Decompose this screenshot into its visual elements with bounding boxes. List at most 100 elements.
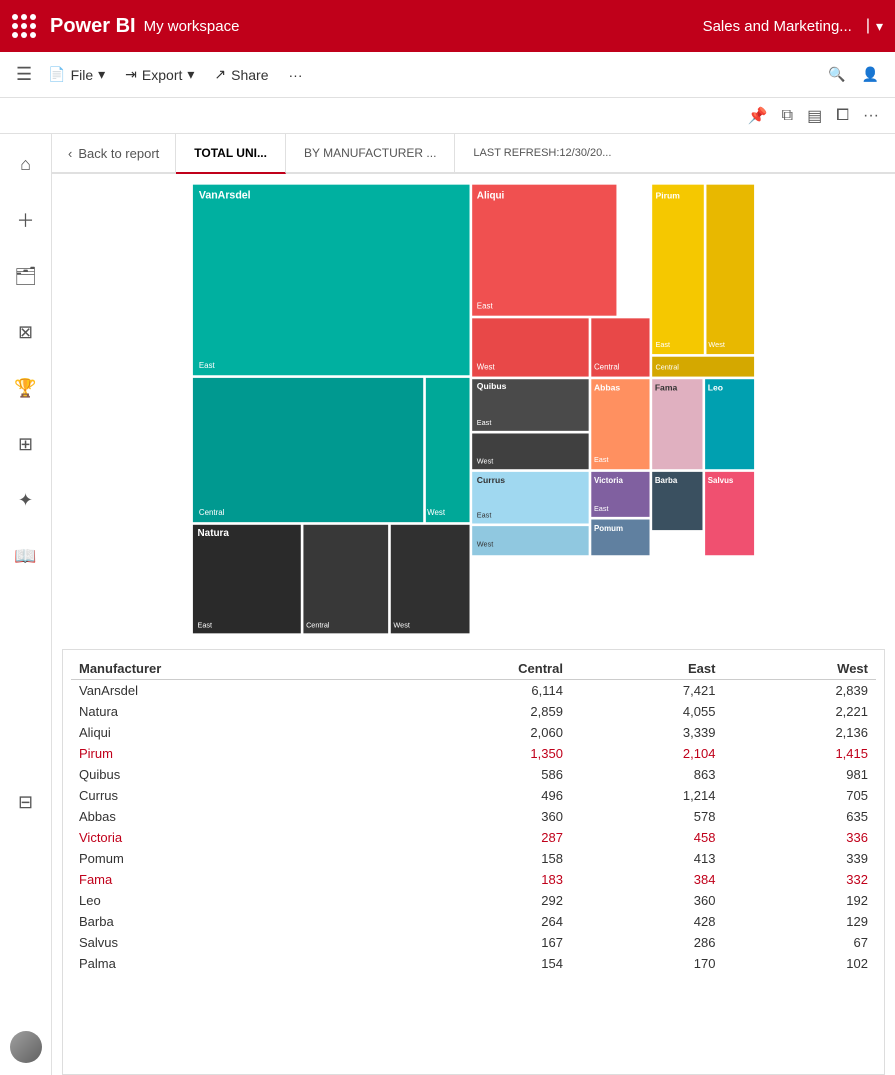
table-row: Victoria 287 458 336 bbox=[71, 827, 876, 848]
sidebar-item-create[interactable]: ＋ bbox=[8, 202, 44, 238]
table-row: VanArsdel 6,114 7,421 2,839 bbox=[71, 680, 876, 702]
data-table: Manufacturer Central East West VanArsdel… bbox=[62, 649, 885, 1075]
main-panel: ‹ Back to report TOTAL UNI... BY MANUFAC… bbox=[52, 134, 895, 1075]
treemap-svg: VanArsdel East Central West Aliqui East … bbox=[62, 184, 885, 634]
col-header-west: West bbox=[723, 658, 876, 680]
table-row: Fama 183 384 332 bbox=[71, 869, 876, 890]
title-chevron-icon[interactable]: ▾ bbox=[876, 18, 883, 35]
cell-manufacturer: Quibus bbox=[71, 764, 380, 785]
svg-text:Central: Central bbox=[594, 362, 620, 371]
cell-west: 2,221 bbox=[723, 701, 876, 722]
svg-text:Central: Central bbox=[655, 362, 679, 371]
sidebar-item-learn[interactable]: ✦ bbox=[8, 482, 44, 518]
expand-icon[interactable]: ⧠ bbox=[836, 107, 849, 125]
sidebar-item-browse[interactable]: 🗂 bbox=[8, 258, 44, 294]
cell-east: 7,421 bbox=[571, 680, 724, 702]
export-menu[interactable]: ⇥ Export ▾ bbox=[125, 66, 194, 83]
svg-text:VanArsdel: VanArsdel bbox=[199, 190, 251, 202]
treemap[interactable]: VanArsdel East Central West Aliqui East … bbox=[62, 184, 885, 634]
sidebar-item-home[interactable]: ⌂ bbox=[8, 146, 44, 182]
content-area: ⌂ ＋ 🗂 ⊠ 🏆 ⊞ ✦ 📖 ⊟ ‹ Back to report TOTAL… bbox=[0, 134, 895, 1075]
more-menu[interactable]: ··· bbox=[289, 67, 303, 83]
report-title: Sales and Marketing... bbox=[703, 18, 852, 35]
table-row: Leo 292 360 192 bbox=[71, 890, 876, 911]
cell-manufacturer: Natura bbox=[71, 701, 380, 722]
back-arrow-icon: ‹ bbox=[68, 146, 72, 161]
cell-manufacturer: Pomum bbox=[71, 848, 380, 869]
cell-manufacturer: Currus bbox=[71, 785, 380, 806]
cell-manufacturer: Abbas bbox=[71, 806, 380, 827]
cell-west: 981 bbox=[723, 764, 876, 785]
table-row: Palma 154 170 102 bbox=[71, 953, 876, 974]
filter-icon[interactable]: ▤ bbox=[807, 106, 822, 126]
svg-text:Central: Central bbox=[199, 508, 225, 517]
share-menu[interactable]: ↗ Share bbox=[214, 66, 268, 83]
col-header-central: Central bbox=[380, 658, 571, 680]
tab-total-units[interactable]: TOTAL UNI... bbox=[176, 134, 286, 174]
cell-east: 458 bbox=[571, 827, 724, 848]
cell-manufacturer: Leo bbox=[71, 890, 380, 911]
tab-by-manufacturer[interactable]: BY MANUFACTURER ... bbox=[286, 134, 455, 172]
tab-total-units-label: TOTAL UNI... bbox=[194, 146, 267, 160]
sidebar-item-data[interactable]: ⊠ bbox=[8, 314, 44, 350]
icon-toolbar: 📌 ⧉ ▤ ⧠ ··· bbox=[0, 98, 895, 134]
sidebar-item-bottom[interactable]: ⊟ bbox=[8, 785, 44, 821]
copy-icon[interactable]: ⧉ bbox=[782, 107, 793, 125]
viz-area: VanArsdel East Central West Aliqui East … bbox=[52, 174, 895, 1075]
back-to-report-button[interactable]: ‹ Back to report bbox=[52, 134, 176, 172]
topbar: Power BI My workspace Sales and Marketin… bbox=[0, 0, 895, 52]
svg-text:Barba: Barba bbox=[655, 476, 678, 485]
svg-text:West: West bbox=[708, 340, 724, 349]
cell-east: 4,055 bbox=[571, 701, 724, 722]
cell-east: 863 bbox=[571, 764, 724, 785]
cell-west: 129 bbox=[723, 911, 876, 932]
cell-central: 264 bbox=[380, 911, 571, 932]
cell-east: 360 bbox=[571, 890, 724, 911]
cell-central: 496 bbox=[380, 785, 571, 806]
hamburger-icon[interactable]: ☰ bbox=[16, 64, 32, 85]
svg-text:East: East bbox=[477, 301, 494, 310]
sidebar-item-book[interactable]: 📖 bbox=[8, 538, 44, 574]
cell-west: 102 bbox=[723, 953, 876, 974]
share-label: Share bbox=[231, 67, 268, 83]
person-icon[interactable]: 👤 bbox=[862, 66, 879, 83]
svg-text:West: West bbox=[477, 456, 493, 465]
svg-text:East: East bbox=[594, 504, 609, 513]
export-label: Export bbox=[142, 67, 182, 83]
svg-text:Quibus: Quibus bbox=[477, 381, 507, 391]
col-header-east: East bbox=[571, 658, 724, 680]
app-grid-icon[interactable] bbox=[12, 14, 36, 38]
file-doc-icon: 📄 bbox=[48, 66, 65, 83]
cell-west: 332 bbox=[723, 869, 876, 890]
table-row: Aliqui 2,060 3,339 2,136 bbox=[71, 722, 876, 743]
svg-text:Central: Central bbox=[306, 620, 330, 629]
svg-text:Aliqui: Aliqui bbox=[477, 191, 505, 202]
export-icon: ⇥ bbox=[125, 66, 137, 83]
avatar[interactable] bbox=[10, 1031, 42, 1063]
cell-east: 1,214 bbox=[571, 785, 724, 806]
cell-manufacturer: VanArsdel bbox=[71, 680, 380, 702]
cell-east: 170 bbox=[571, 953, 724, 974]
search-icon[interactable]: 🔍 bbox=[828, 66, 845, 83]
pin-icon[interactable]: 📌 bbox=[748, 106, 768, 126]
cell-manufacturer: Palma bbox=[71, 953, 380, 974]
ellipsis-icon[interactable]: ··· bbox=[863, 107, 879, 125]
cell-central: 292 bbox=[380, 890, 571, 911]
cell-manufacturer: Aliqui bbox=[71, 722, 380, 743]
cell-east: 578 bbox=[571, 806, 724, 827]
svg-text:Fama: Fama bbox=[655, 382, 678, 392]
file-label: File bbox=[71, 67, 94, 83]
tab-by-manufacturer-label: BY MANUFACTURER ... bbox=[304, 146, 436, 160]
sidebar-item-apps[interactable]: ⊞ bbox=[8, 426, 44, 462]
workspace-label[interactable]: My workspace bbox=[144, 18, 240, 35]
cell-manufacturer: Pirum bbox=[71, 743, 380, 764]
back-to-report-label: Back to report bbox=[78, 146, 159, 161]
cell-manufacturer: Fama bbox=[71, 869, 380, 890]
cell-central: 154 bbox=[380, 953, 571, 974]
cell-central: 158 bbox=[380, 848, 571, 869]
cell-west: 67 bbox=[723, 932, 876, 953]
cell-central: 2,060 bbox=[380, 722, 571, 743]
sidebar-item-goals[interactable]: 🏆 bbox=[8, 370, 44, 406]
table-row: Currus 496 1,214 705 bbox=[71, 785, 876, 806]
file-menu[interactable]: 📄 File ▾ bbox=[48, 66, 105, 83]
